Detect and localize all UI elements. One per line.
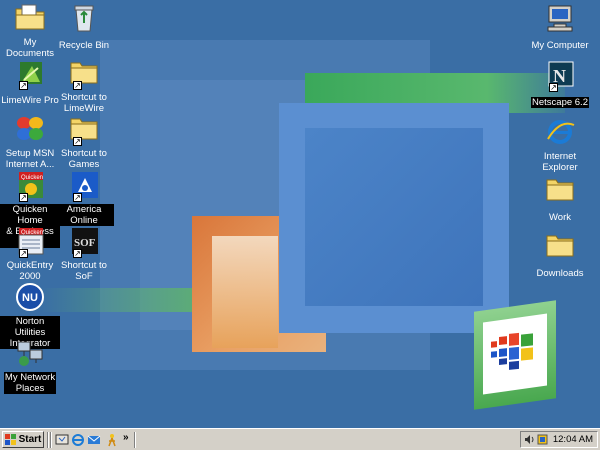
- desktop-icon-my-network-places[interactable]: My Network Places: [0, 338, 60, 396]
- quick-launch-chevron[interactable]: »: [123, 432, 129, 443]
- desktop-icon-recycle-bin[interactable]: Recycle Bin: [54, 3, 114, 53]
- shortcut-arrow-icon: ↗: [73, 193, 82, 202]
- desktop-icon-downloads[interactable]: Downloads: [530, 231, 590, 281]
- desktop-icon-america-online[interactable]: ↗ America Online: [54, 170, 114, 228]
- shortcut-arrow-icon: ↗: [19, 81, 28, 90]
- svg-text:SOF: SOF: [74, 237, 96, 249]
- taskbar: Start » 12:04 AM: [0, 428, 600, 450]
- windows-flag-icon: [4, 434, 16, 445]
- desktop-icon-my-computer[interactable]: My Computer: [530, 3, 590, 53]
- shortcut-arrow-icon: ↗: [73, 81, 82, 90]
- desktop-icon-quickentry[interactable]: Quicken ↗ QuickEntry 2000: [0, 226, 60, 284]
- desktop[interactable]: My Documents ↗ LimeWire Pro Setup MSN In…: [0, 0, 600, 428]
- folder-icon: [544, 175, 576, 207]
- quicken-icon: Quicken ↗: [14, 170, 46, 202]
- shortcut-arrow-icon: ↗: [73, 137, 82, 146]
- taskbar-separator: [47, 432, 49, 448]
- my-computer-icon: [544, 3, 576, 35]
- wallpaper-green-bar: [40, 288, 210, 312]
- shortcut-arrow-icon: ↗: [19, 249, 28, 258]
- folder-shortcut-icon: ↗: [68, 114, 100, 146]
- quickentry-icon: Quicken ↗: [14, 226, 46, 258]
- aim-icon[interactable]: [105, 433, 119, 447]
- desktop-icon-shortcut-sof[interactable]: SOF ↗ Shortcut to SoF: [54, 226, 114, 284]
- shortcut-arrow-icon: ↗: [73, 249, 82, 258]
- internet-explorer-icon: [544, 117, 576, 149]
- folder-documents-icon: [14, 3, 46, 35]
- svg-text:NU: NU: [22, 292, 38, 304]
- sof-icon: SOF ↗: [68, 226, 100, 258]
- tray-app-icon[interactable]: [537, 434, 548, 445]
- taskbar-separator: [50, 432, 52, 448]
- desktop-icon-netscape[interactable]: N ↗ Netscape 6.2: [530, 60, 590, 110]
- limewire-icon: ↗: [14, 58, 46, 90]
- start-label: Start: [18, 434, 42, 445]
- clock[interactable]: 12:04 AM: [553, 434, 593, 445]
- windows-flag-logo: [491, 332, 533, 370]
- folder-shortcut-icon: ↗: [68, 58, 100, 90]
- norton-icon: NU: [14, 282, 46, 314]
- desktop-icon-setup-msn[interactable]: Setup MSN Internet A...: [0, 114, 60, 172]
- shortcut-arrow-icon: ↗: [19, 193, 28, 202]
- network-places-icon: [14, 338, 46, 370]
- start-button[interactable]: Start: [2, 431, 44, 448]
- taskbar-separator: [134, 432, 136, 448]
- system-tray: 12:04 AM: [520, 431, 598, 448]
- folder-icon: [544, 231, 576, 263]
- outlook-icon[interactable]: [87, 433, 101, 447]
- desktop-icon-internet-explorer[interactable]: Internet Explorer: [530, 117, 590, 175]
- wallpaper-orange-inner: [212, 236, 278, 348]
- desktop-icon-shortcut-limewire[interactable]: ↗ Shortcut to LimeWire: [54, 58, 114, 116]
- desktop-icon-limewire[interactable]: ↗ LimeWire Pro: [0, 58, 60, 108]
- aol-icon: ↗: [68, 170, 100, 202]
- desktop-icon-work[interactable]: Work: [530, 175, 590, 225]
- desktop-icon-shortcut-games[interactable]: ↗ Shortcut to Games: [54, 114, 114, 172]
- netscape-icon: N ↗: [544, 60, 576, 92]
- shortcut-arrow-icon: ↗: [549, 83, 558, 92]
- volume-icon[interactable]: [524, 434, 535, 445]
- desktop-icon-my-documents[interactable]: My Documents: [0, 3, 60, 61]
- wallpaper-blue-inner: [305, 128, 483, 306]
- internet-explorer-icon[interactable]: [71, 433, 85, 447]
- recycle-bin-icon: [68, 3, 100, 35]
- msn-butterfly-icon: [14, 114, 46, 146]
- show-desktop-icon[interactable]: [55, 433, 69, 447]
